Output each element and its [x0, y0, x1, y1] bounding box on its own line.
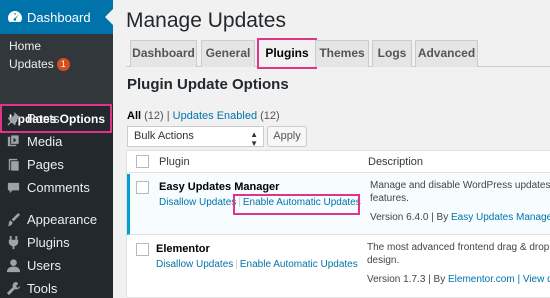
tab-logs[interactable]: Logs: [372, 40, 412, 67]
sidebar-item-label: Posts: [27, 111, 60, 126]
select-arrows-icon: ▲ ▼: [250, 130, 258, 148]
table-row: Elementor Disallow Updates | Enable Automa…: [127, 236, 550, 298]
column-header-plugin[interactable]: Plugin: [159, 156, 190, 168]
desc-line: design.: [367, 255, 400, 266]
table-header: Plugin Description: [127, 151, 550, 173]
pages-icon: [8, 158, 20, 172]
desc-line: features.: [370, 193, 409, 204]
column-header-description: Description: [368, 156, 424, 168]
sidebar-item-label: Comments: [27, 180, 90, 195]
select-all-checkbox[interactable]: [136, 155, 149, 168]
users-icon: [6, 259, 21, 273]
dashboard-submenu: Home Updates 1 Updates Options: [0, 34, 113, 133]
sidebar-item-users[interactable]: Users: [0, 255, 113, 277]
plugins-table: Plugin Description Easy Updates Manager …: [126, 150, 550, 298]
sidebar-item-label: Appearance: [27, 212, 98, 227]
bulk-actions-select[interactable]: Bulk Actions ▲ ▼: [127, 126, 264, 148]
plugin-meta: Version 1.7.3 | By Elementor.com | View …: [367, 274, 550, 285]
pushpin-icon: [7, 111, 21, 126]
submenu-label: Updates: [9, 57, 54, 71]
sidebar-item-posts[interactable]: Posts: [0, 108, 113, 130]
plugin-version: Version 6.4.0 | By: [370, 212, 449, 223]
desc-line: Manage and disable WordPress updates, in…: [370, 180, 550, 191]
sidebar-item-label: Users: [27, 258, 61, 273]
comments-icon: [7, 182, 20, 194]
sidebar-item-appearance[interactable]: Appearance: [0, 209, 113, 231]
appearance-icon: [7, 212, 21, 227]
filter-separator: |: [166, 110, 170, 122]
sidebar-item-label: Dashboard: [27, 10, 91, 25]
tab-plugins[interactable]: Plugins: [257, 38, 317, 69]
sidebar-item-plugins[interactable]: Plugins: [0, 232, 113, 254]
plugin-description: The most advanced frontend drag & drop p…: [367, 241, 550, 267]
plugin-version: Version 1.7.3 | By: [367, 274, 446, 285]
sidebar-item-label: Pages: [27, 157, 64, 172]
filter-enabled-count: (12): [260, 110, 280, 122]
row-checkbox[interactable]: [136, 181, 149, 194]
filter-all-count: (12): [144, 110, 164, 122]
plugin-name: Elementor: [156, 243, 210, 255]
view-details-link[interactable]: | View det: [517, 274, 550, 285]
section-title: Plugin Update Options: [127, 76, 289, 93]
author-link[interactable]: Elementor.com: [448, 274, 515, 285]
tab-dashboard[interactable]: Dashboard: [130, 40, 197, 67]
table-row: Easy Updates Manager Disallow Updates | En…: [127, 174, 550, 235]
enable-automatic-updates-link[interactable]: Enable Automatic Updates: [240, 259, 358, 270]
row-actions: Disallow Updates | Enable Automatic Update…: [156, 259, 358, 270]
sidebar-item-tools[interactable]: Tools: [0, 278, 113, 298]
author-link[interactable]: Easy Updates Manager T: [451, 212, 550, 223]
sidebar-item-label: Media: [27, 134, 63, 149]
disallow-updates-link[interactable]: Disallow Updates: [156, 259, 233, 270]
sidebar-item-comments[interactable]: Comments: [0, 177, 113, 199]
plugin-meta: Version 6.4.0 | By Easy Updates Manager …: [370, 212, 550, 223]
tools-icon: [6, 281, 21, 296]
plugin-filters: All (12) | Updates Enabled (12): [127, 110, 280, 122]
apply-button[interactable]: Apply: [267, 126, 307, 147]
update-count-badge: 1: [56, 58, 70, 71]
plugin-name: Easy Updates Manager: [159, 181, 280, 193]
admin-sidebar: Dashboard Home Updates 1 Updates Options …: [0, 0, 113, 298]
filter-all[interactable]: All: [127, 110, 141, 122]
disallow-updates-link[interactable]: Disallow Updates: [159, 197, 236, 208]
sidebar-item-label: Tools: [27, 281, 58, 296]
filter-updates-enabled[interactable]: Updates Enabled: [173, 110, 257, 122]
dashboard-icon: [8, 11, 22, 22]
sidebar-item-label: Plugins: [27, 235, 70, 250]
row-checkbox[interactable]: [136, 243, 149, 256]
desc-line: The most advanced frontend drag & drop p…: [367, 242, 550, 253]
plugin-description: Manage and disable WordPress updates, in…: [370, 179, 550, 205]
bulk-actions-value: Bulk Actions: [134, 130, 194, 142]
tab-advanced[interactable]: Advanced: [415, 40, 478, 67]
plugins-icon: [8, 235, 19, 250]
page-title: Manage Updates: [126, 9, 286, 32]
submenu-item-home[interactable]: Home: [9, 39, 41, 53]
submenu-item-updates[interactable]: Updates 1: [9, 57, 70, 71]
tab-themes[interactable]: Themes: [315, 40, 369, 67]
highlight-box: [233, 194, 360, 215]
tab-general[interactable]: General: [201, 40, 255, 67]
sidebar-item-pages[interactable]: Pages: [0, 154, 113, 176]
media-icon: [7, 134, 20, 147]
sidebar-item-dashboard[interactable]: Dashboard: [0, 0, 113, 34]
sidebar-item-media[interactable]: Media: [0, 131, 113, 153]
submenu-label: Home: [9, 39, 42, 53]
